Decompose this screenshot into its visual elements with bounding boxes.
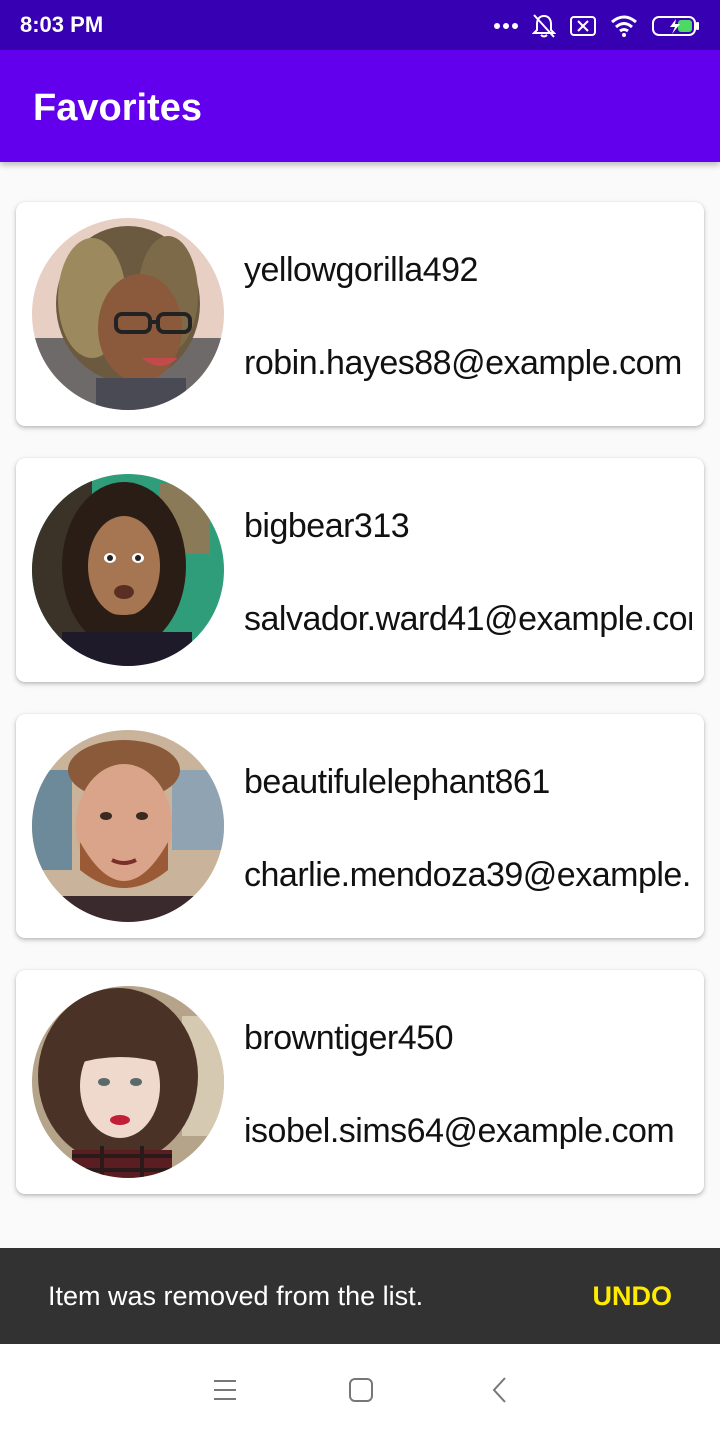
status-icons <box>494 12 700 40</box>
snackbar: Item was removed from the list. UNDO <box>0 1248 720 1344</box>
undo-button[interactable]: UNDO <box>593 1280 673 1312</box>
email: robin.hayes88@example.com <box>244 344 682 382</box>
home-icon <box>348 1377 374 1408</box>
home-button[interactable] <box>341 1372 381 1412</box>
avatar <box>32 474 224 666</box>
email: charlie.mendoza39@example.com <box>244 856 692 894</box>
notifications-off-icon <box>532 13 556 39</box>
list-item[interactable]: bigbear313 salvador.ward41@example.com <box>16 458 704 682</box>
status-time: 8:03 PM <box>20 12 104 37</box>
avatar <box>32 730 224 922</box>
recent-apps-icon <box>213 1379 237 1406</box>
back-button[interactable] <box>479 1372 519 1412</box>
email: salvador.ward41@example.com <box>244 600 692 638</box>
avatar <box>32 218 224 410</box>
snackbar-message: Item was removed from the list. <box>48 1281 424 1311</box>
username: browntiger450 <box>244 1019 453 1057</box>
list-item[interactable]: yellowgorilla492 robin.hayes88@example.c… <box>16 202 704 426</box>
list-item[interactable]: browntiger450 isobel.sims64@example.com <box>16 970 704 1194</box>
more-dots-icon <box>494 22 518 30</box>
recent-apps-button[interactable] <box>205 1372 245 1412</box>
page-title: Favorites <box>33 87 202 129</box>
avatar <box>32 986 224 1178</box>
email: isobel.sims64@example.com <box>244 1112 675 1150</box>
wifi-icon <box>610 15 638 37</box>
username: beautifulelephant861 <box>244 763 550 801</box>
app-bar: Favorites <box>0 50 720 162</box>
navigation-bar <box>0 1344 720 1440</box>
battery-charging-icon <box>652 15 700 37</box>
sim-off-icon <box>570 15 596 37</box>
back-icon <box>491 1376 507 1409</box>
status-bar: 8:03 PM <box>0 0 720 50</box>
list-item[interactable]: beautifulelephant861 charlie.mendoza39@e… <box>16 714 704 938</box>
username: yellowgorilla492 <box>244 251 478 289</box>
username: bigbear313 <box>244 507 410 545</box>
